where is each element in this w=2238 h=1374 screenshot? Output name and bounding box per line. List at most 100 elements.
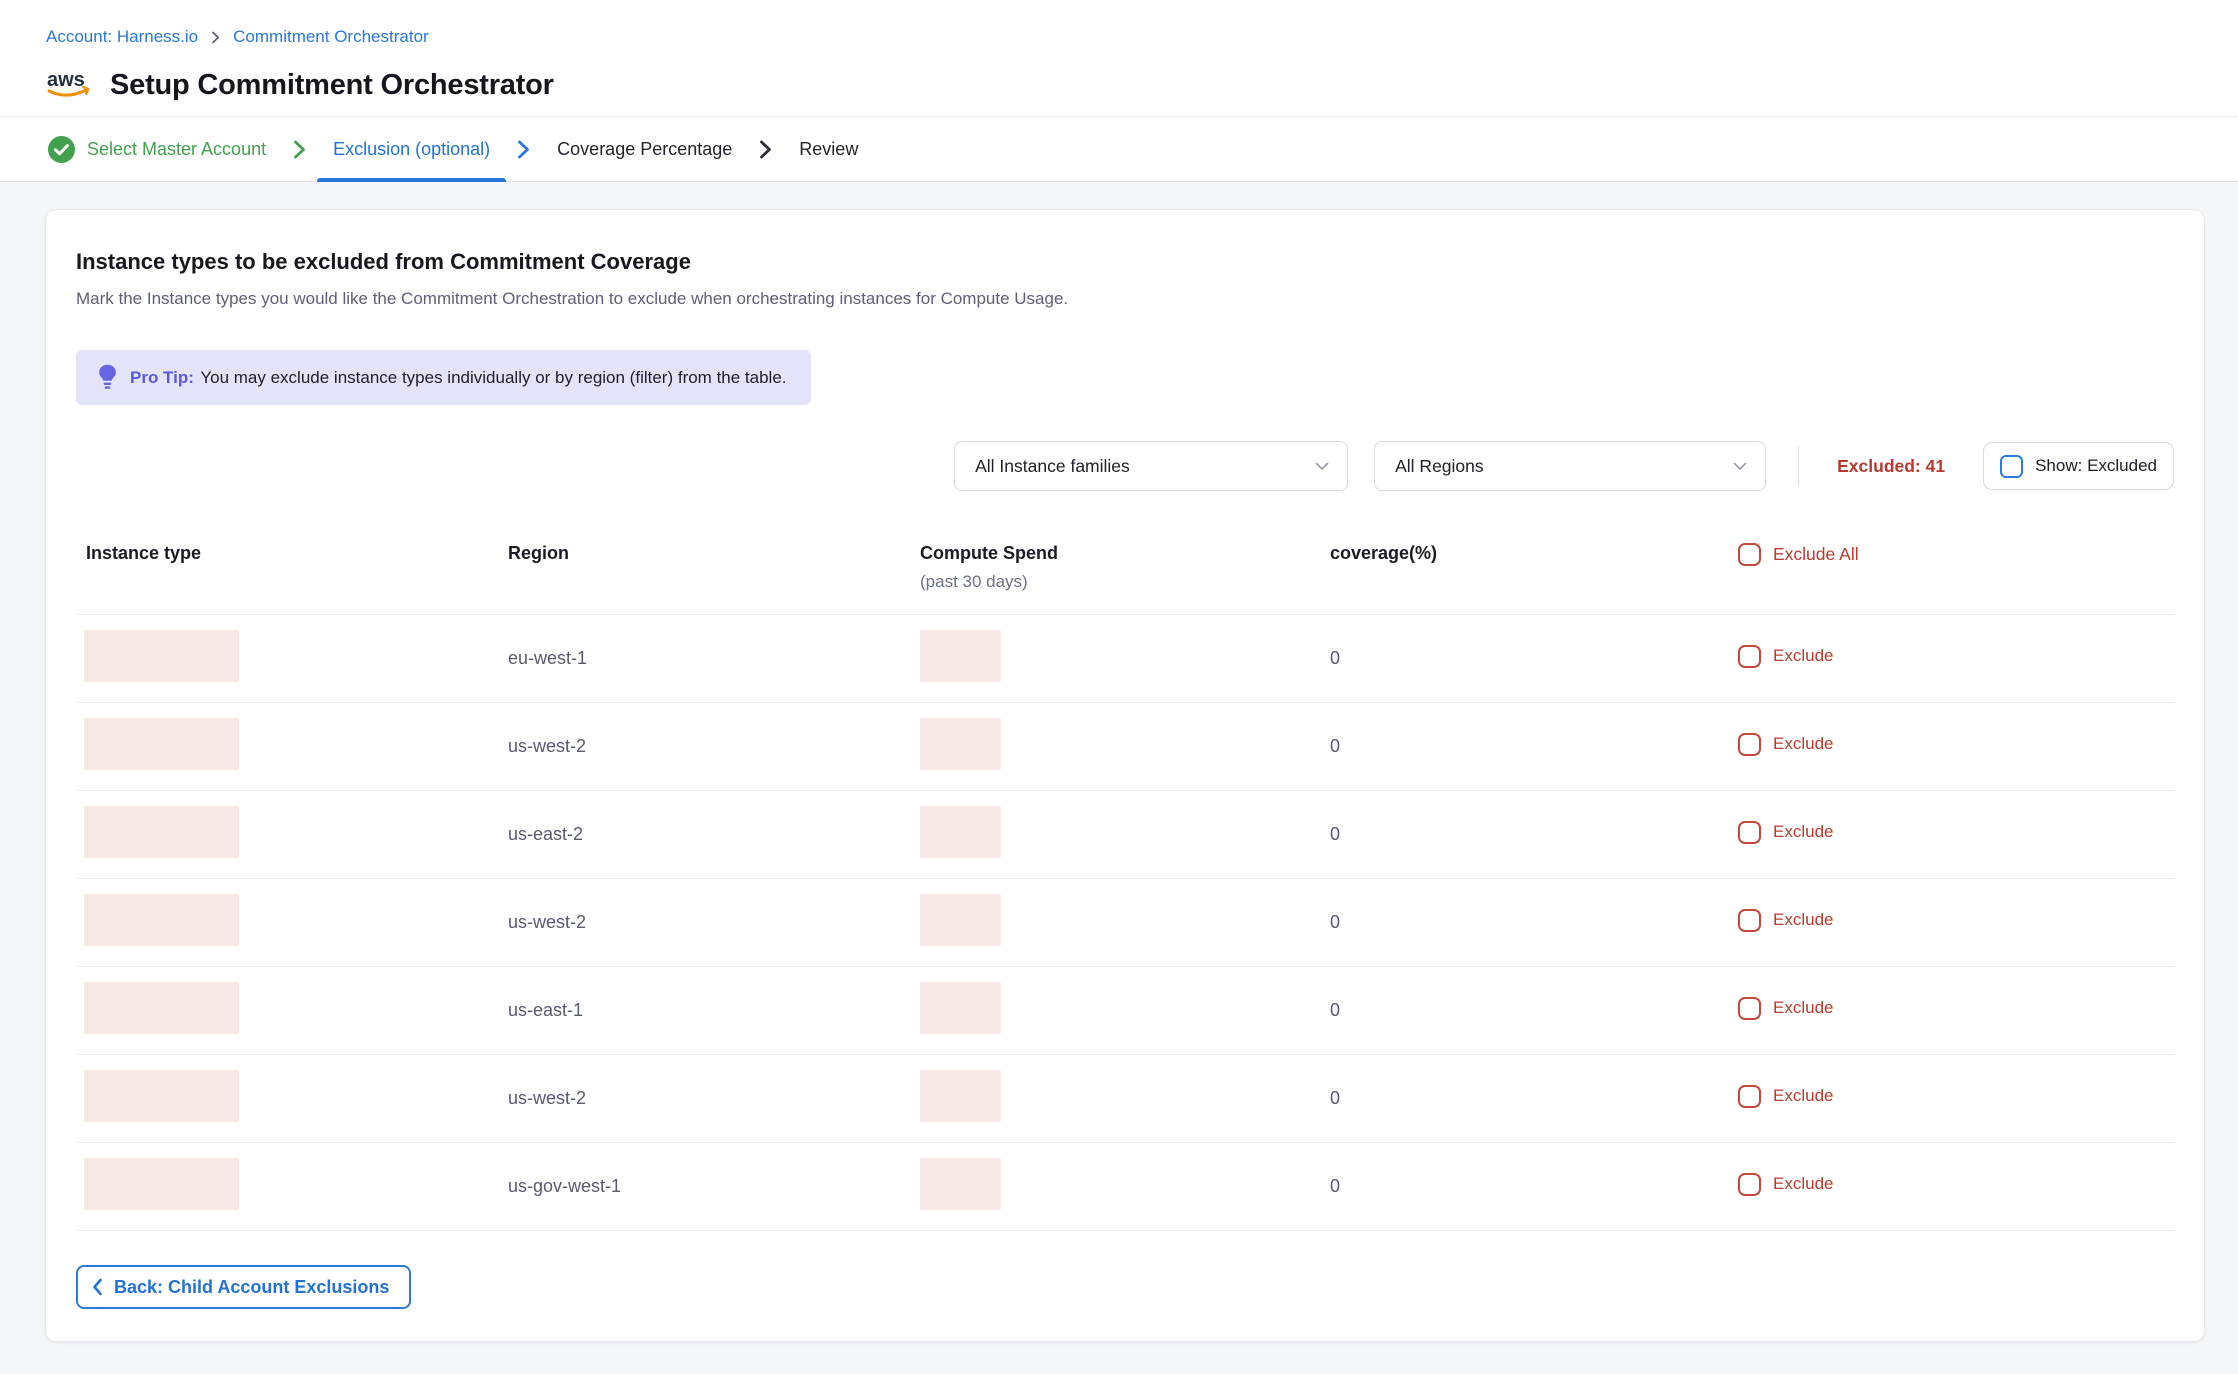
exclude-toggle[interactable]: Exclude: [1738, 645, 1833, 668]
exclude-all-label: Exclude All: [1773, 544, 1859, 565]
exclusion-card: Instance types to be excluded from Commi…: [46, 210, 2204, 1341]
compute-spend-redacted: [920, 630, 1001, 682]
header-compute-spend-title: Compute Spend: [920, 543, 1058, 563]
exclude-toggle[interactable]: Exclude: [1738, 821, 1833, 844]
compute-spend-redacted: [920, 1158, 1001, 1210]
exclude-toggle[interactable]: Exclude: [1738, 1085, 1833, 1108]
instance-family-dropdown-value: All Instance families: [975, 456, 1130, 477]
back-button[interactable]: Back: Child Account Exclusions: [76, 1265, 411, 1309]
exclude-checkbox[interactable]: [1738, 909, 1761, 932]
exclude-toggle[interactable]: Exclude: [1738, 733, 1833, 756]
exclude-label: Exclude: [1773, 734, 1833, 754]
pro-tip-label: Pro Tip:: [130, 368, 194, 387]
coverage-cell: 0: [1316, 824, 1724, 845]
table-row: us-gov-west-1 0 Exclude: [76, 1143, 2174, 1231]
show-excluded-toggle[interactable]: Show: Excluded: [1983, 442, 2174, 490]
coverage-cell: 0: [1316, 648, 1724, 669]
instance-family-dropdown[interactable]: All Instance families: [954, 441, 1348, 491]
exclude-toggle[interactable]: Exclude: [1738, 909, 1833, 932]
table-row: us-east-1 0 Exclude: [76, 967, 2174, 1055]
title-row: aws Setup Commitment Orchestrator: [46, 62, 2192, 108]
exclude-label: Exclude: [1773, 910, 1833, 930]
breadcrumb-section-link[interactable]: Commitment Orchestrator: [233, 24, 429, 50]
exclude-checkbox[interactable]: [1738, 1173, 1761, 1196]
exclude-checkbox[interactable]: [1738, 1085, 1761, 1108]
table-row: us-west-2 0 Exclude: [76, 703, 2174, 791]
page-title: Setup Commitment Orchestrator: [110, 69, 554, 102]
instance-type-redacted: [84, 1070, 239, 1122]
exclusions-table: Instance type Region Compute Spend (past…: [76, 527, 2174, 1231]
region-dropdown-value: All Regions: [1395, 456, 1484, 477]
breadcrumb-chevron-icon: [210, 31, 221, 44]
pro-tip-body: You may exclude instance types individua…: [200, 368, 786, 387]
step-coverage-percentage[interactable]: Coverage Percentage: [541, 117, 748, 181]
exclude-checkbox[interactable]: [1738, 997, 1761, 1020]
step-complete-check-icon: [48, 136, 75, 163]
stepper-chevron-icon: [282, 117, 317, 181]
exclude-checkbox[interactable]: [1738, 733, 1761, 756]
pro-tip-text: Pro Tip: You may exclude instance types …: [130, 365, 787, 391]
region-cell: us-gov-west-1: [494, 1176, 906, 1197]
coverage-cell: 0: [1316, 1088, 1724, 1109]
step-label: Review: [799, 139, 858, 160]
exclude-toggle[interactable]: Exclude: [1738, 997, 1833, 1020]
table-row: us-west-2 0 Exclude: [76, 1055, 2174, 1143]
stepper-chevron-icon: [506, 117, 541, 181]
show-excluded-checkbox[interactable]: [2000, 455, 2023, 478]
instance-type-redacted: [84, 894, 239, 946]
exclude-toggle[interactable]: Exclude: [1738, 1173, 1833, 1196]
compute-spend-redacted: [920, 894, 1001, 946]
exclude-all-toggle[interactable]: Exclude All: [1738, 543, 1859, 566]
exclude-all-checkbox[interactable]: [1738, 543, 1761, 566]
instance-type-redacted: [84, 806, 239, 858]
aws-logo-icon: aws: [46, 68, 94, 102]
filters-row: All Instance families All Regions Exclud…: [76, 441, 2174, 491]
table-header-row: Instance type Region Compute Spend (past…: [76, 527, 2174, 615]
exclude-checkbox[interactable]: [1738, 821, 1761, 844]
chevron-left-icon: [92, 1278, 103, 1296]
coverage-cell: 0: [1316, 912, 1724, 933]
exclude-label: Exclude: [1773, 1174, 1833, 1194]
page-header: Account: Harness.io Commitment Orchestra…: [0, 0, 2238, 116]
coverage-cell: 0: [1316, 1176, 1724, 1197]
region-cell: us-west-2: [494, 912, 906, 933]
region-dropdown[interactable]: All Regions: [1374, 441, 1766, 491]
table-row: us-east-2 0 Exclude: [76, 791, 2174, 879]
coverage-cell: 0: [1316, 736, 1724, 757]
compute-spend-redacted: [920, 806, 1001, 858]
step-exclusion-optional[interactable]: Exclusion (optional): [317, 117, 506, 181]
card-title: Instance types to be excluded from Commi…: [76, 248, 2174, 276]
table-row: us-west-2 0 Exclude: [76, 879, 2174, 967]
header-compute-spend-note: (past 30 days): [920, 572, 1316, 592]
header-compute-spend: Compute Spend (past 30 days): [906, 543, 1316, 592]
step-label: Coverage Percentage: [557, 139, 732, 160]
header-instance-type: Instance type: [76, 543, 494, 564]
chevron-down-icon: [1315, 462, 1329, 471]
pro-tip-banner: Pro Tip: You may exclude instance types …: [76, 350, 811, 405]
exclude-label: Exclude: [1773, 822, 1833, 842]
step-select-master-account[interactable]: Select Master Account: [32, 117, 282, 181]
region-cell: eu-west-1: [494, 648, 906, 669]
show-excluded-label: Show: Excluded: [2035, 456, 2157, 476]
compute-spend-redacted: [920, 718, 1001, 770]
compute-spend-redacted: [920, 982, 1001, 1034]
lightbulb-icon: [98, 364, 117, 391]
instance-type-redacted: [84, 982, 239, 1034]
step-label: Select Master Account: [87, 139, 266, 160]
wizard-stepper: Select Master Account Exclusion (optiona…: [0, 116, 2238, 182]
header-coverage: coverage(%): [1316, 543, 1724, 564]
header-region: Region: [494, 543, 906, 564]
exclude-label: Exclude: [1773, 646, 1833, 666]
vertical-divider: [1798, 446, 1799, 486]
excluded-count-badge: Excluded: 41: [1837, 456, 1945, 477]
instance-type-redacted: [84, 1158, 239, 1210]
back-button-label: Back: Child Account Exclusions: [114, 1277, 389, 1298]
step-review[interactable]: Review: [783, 117, 874, 181]
breadcrumb-account-link[interactable]: Account: Harness.io: [46, 24, 198, 50]
step-label: Exclusion (optional): [333, 139, 490, 160]
chevron-down-icon: [1733, 462, 1747, 471]
breadcrumb: Account: Harness.io Commitment Orchestra…: [46, 24, 2192, 50]
exclude-checkbox[interactable]: [1738, 645, 1761, 668]
main-content: Instance types to be excluded from Commi…: [0, 182, 2238, 1341]
region-cell: us-east-2: [494, 824, 906, 845]
